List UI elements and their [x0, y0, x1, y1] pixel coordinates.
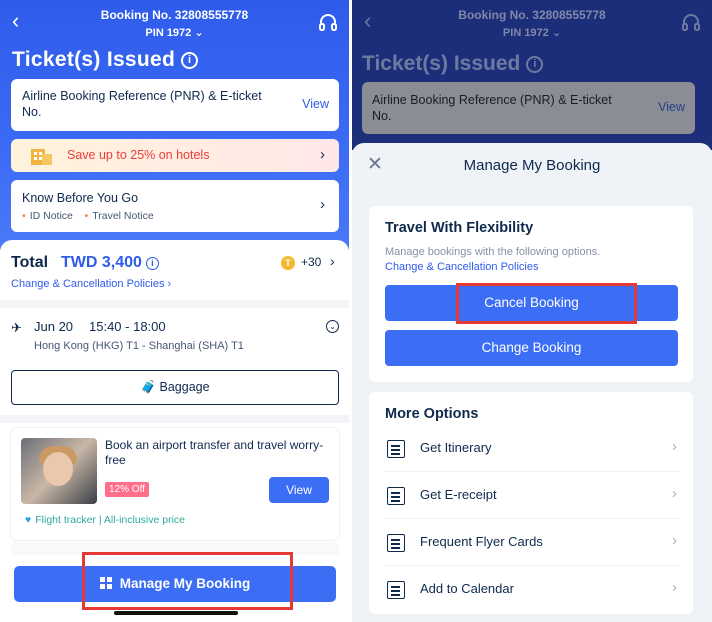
pin-label: PIN 1972	[145, 27, 192, 39]
title-text: Ticket(s) Issued	[362, 52, 521, 75]
tracker-label: Flight tracker | All-inclusive price	[35, 514, 186, 526]
pnr-view-link: View	[658, 100, 685, 114]
chevron-right-icon: ›	[320, 146, 325, 163]
option-add-to-calendar[interactable]: Add to Calendar ›	[385, 566, 679, 613]
trip-coins-icon: T	[281, 256, 295, 270]
flexibility-card: Travel With Flexibility Manage bookings …	[369, 206, 693, 382]
pnr-view-link[interactable]: View	[302, 97, 329, 111]
option-get-e-receipt[interactable]: Get E-receipt ›	[385, 472, 679, 519]
baggage-button[interactable]: 🧳 Baggage	[11, 370, 339, 405]
check-heart-icon: ♥	[25, 514, 32, 526]
option-label: Frequent Flyer Cards	[420, 534, 543, 549]
expand-icon[interactable]: ⌄	[326, 320, 339, 333]
discount-badge: 12% Off	[105, 482, 149, 497]
flight-tracker-info: ♥ Flight tracker | All-inclusive price	[25, 514, 185, 526]
pin-selector[interactable]: PIN 1972 ⌄	[0, 26, 349, 39]
child-car-seat-image	[21, 438, 97, 504]
pnr-card[interactable]: Airline Booking Reference (PNR) & E-tick…	[11, 79, 339, 131]
know-before-card[interactable]: Know Before You Go • ID Notice • Travel No…	[11, 180, 339, 232]
flex-subtitle: Manage bookings with the following optio…	[385, 246, 601, 258]
page-title: Ticket(s) Issued i	[362, 52, 544, 76]
flex-title: Travel With Flexibility	[385, 220, 534, 236]
option-label: Add to Calendar	[420, 581, 514, 596]
cancel-booking-button[interactable]: Cancel Booking	[385, 285, 678, 321]
manage-my-booking-button[interactable]: Manage My Booking	[14, 566, 336, 602]
chevron-right-icon: ›	[672, 485, 677, 502]
hotel-promo-banner[interactable]: Save up to 25% on hotels ›	[11, 139, 339, 172]
booking-number: Booking No. 32808555778	[100, 8, 249, 22]
option-frequent-flyer[interactable]: Frequent Flyer Cards ›	[385, 519, 679, 566]
more-options-title: More Options	[385, 406, 479, 422]
airplane-icon: ✈	[11, 320, 22, 335]
screenshot: ‹ Booking No. 32808555778 PIN 1972 ⌄ Tic…	[0, 0, 712, 622]
flight-route: Hong Kong (HKG) T1 - Shanghai (SHA) T1	[34, 340, 244, 352]
hotel-icon	[31, 149, 52, 165]
price-info-icon[interactable]: i	[145, 257, 159, 270]
title-text: Ticket(s) Issued	[12, 48, 176, 71]
luggage-icon: 🧳	[140, 380, 157, 394]
info-icon: i	[526, 56, 544, 73]
chevron-down-icon: ⌄	[194, 27, 204, 39]
promo-text: Save up to 25% on hotels	[67, 148, 210, 162]
pnr-card-dimmed: Airline Booking Reference (PNR) & E-tick…	[362, 82, 695, 134]
id-notice: ID Notice	[29, 210, 73, 222]
pnr-label: Airline Booking Reference (PNR) & E-tick…	[22, 89, 262, 119]
travel-notice: Travel Notice	[92, 210, 154, 222]
total-value: TWD 3,400	[61, 254, 142, 271]
info-icon[interactable]: i	[181, 52, 199, 69]
chevron-right-icon: ›	[672, 579, 677, 596]
total-label: Total	[11, 254, 49, 271]
notices: • ID Notice • Travel Notice	[22, 210, 154, 222]
more-options-card: More Options Get Itinerary › Get E-recei…	[369, 392, 693, 614]
card-icon	[387, 534, 405, 552]
home-indicator	[114, 611, 238, 615]
chevron-down-icon: ⌄	[551, 27, 562, 39]
chevron-right-icon: ›	[672, 438, 677, 455]
baggage-label: Baggage	[159, 380, 210, 394]
itinerary-icon	[387, 440, 405, 458]
modal-title: Manage My Booking	[463, 157, 601, 174]
option-label: Get E-receipt	[420, 487, 497, 502]
booking-detail-screen: ‹ Booking No. 32808555778 PIN 1972 ⌄ Tic…	[0, 0, 349, 622]
change-cancel-policy-link[interactable]: Change & Cancellation Policies ›	[11, 278, 171, 290]
pnr-label: Airline Booking Reference (PNR) & E-tick…	[372, 93, 612, 123]
transfer-text: Book an airport transfer and travel worr…	[105, 438, 324, 467]
page-title: Ticket(s) Issued i	[12, 48, 199, 72]
grid-icon	[99, 577, 112, 589]
policy-label: Change & Cancellation Policies	[11, 278, 165, 290]
divider	[0, 300, 349, 308]
manage-label: Manage My Booking	[119, 576, 251, 591]
chevron-right-icon: ›	[320, 196, 325, 213]
booking-number: Booking No. 32808555778	[458, 8, 606, 22]
customer-service-icon	[682, 14, 700, 31]
chevron-right-icon: ›	[672, 532, 677, 549]
change-booking-button[interactable]: Change Booking	[385, 330, 678, 366]
calendar-icon	[387, 581, 405, 599]
option-get-itinerary[interactable]: Get Itinerary ›	[385, 425, 679, 472]
divider	[0, 415, 349, 423]
trip-coins-value: +30	[301, 255, 322, 269]
know-before-title: Know Before You Go	[22, 191, 139, 205]
transfer-view-button[interactable]: View	[269, 477, 329, 503]
pin-selector: PIN 1972 ⌄	[352, 26, 712, 39]
flex-policy-link[interactable]: Change & Cancellation Policies	[385, 261, 538, 273]
option-label: Get Itinerary	[420, 440, 492, 455]
pin-label: PIN 1972	[502, 27, 549, 39]
manage-booking-screen: ‹ Booking No. 32808555778 PIN 1972 ⌄ Tic…	[352, 0, 712, 622]
chevron-right-icon[interactable]: ›	[330, 253, 335, 269]
total-price: TWD 3,400 i	[61, 254, 159, 272]
receipt-icon	[387, 487, 405, 505]
manage-booking-modal: ✕ Manage My Booking Travel With Flexibil…	[352, 143, 712, 622]
airport-transfer-card[interactable]: Book an airport transfer and travel worr…	[11, 428, 339, 540]
top-bar: ‹ Booking No. 32808555778 PIN 1972 ⌄	[0, 0, 349, 48]
customer-service-icon[interactable]	[317, 12, 339, 34]
flight-time: 15:40 - 18:00	[89, 319, 166, 334]
flight-date: Jun 20	[34, 319, 74, 334]
